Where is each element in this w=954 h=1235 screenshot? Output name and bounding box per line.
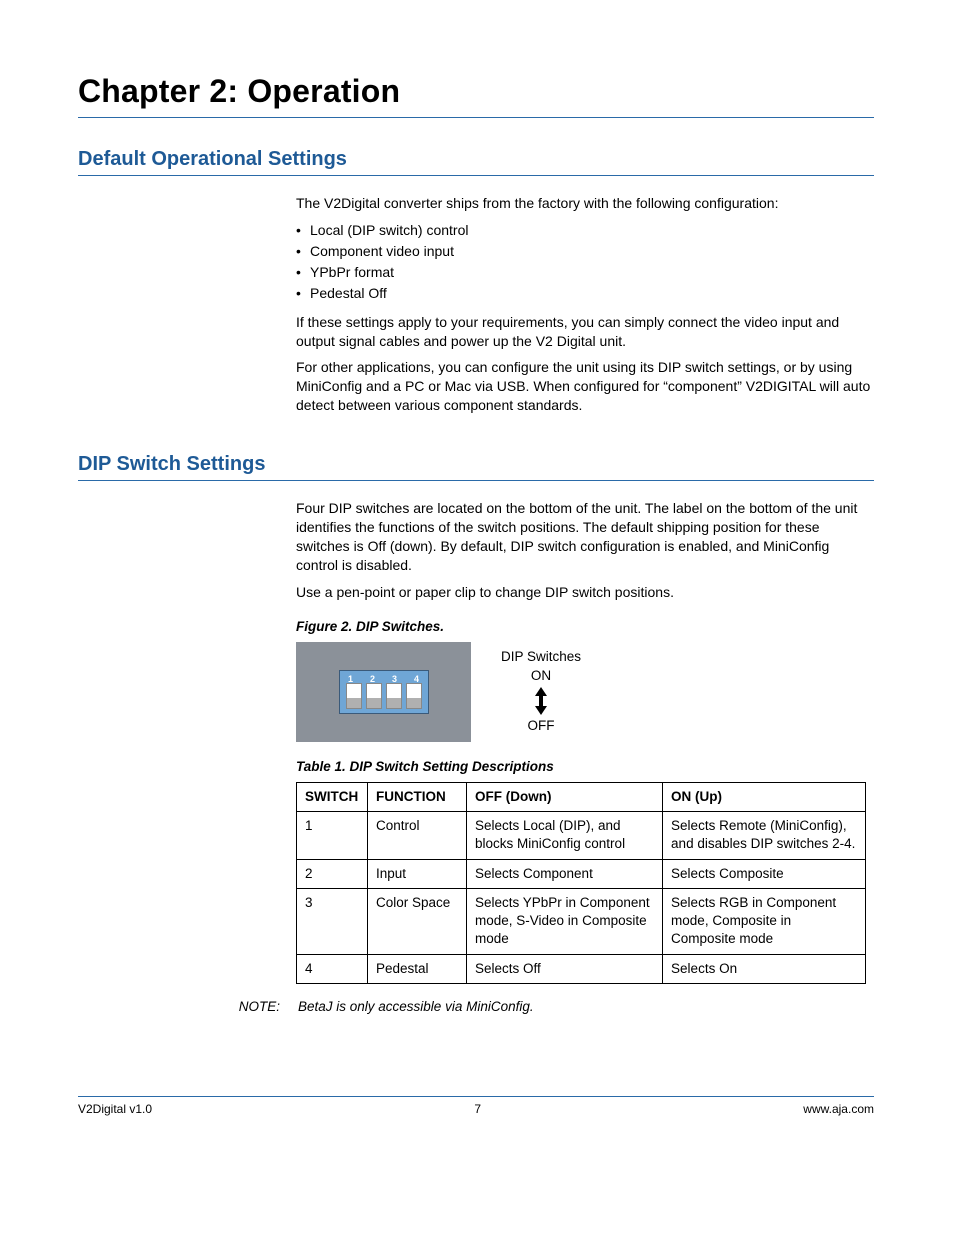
table-row: 3 Color Space Selects YPbPr in Component… bbox=[297, 888, 866, 954]
th-function: FUNCTION bbox=[368, 782, 467, 811]
cell: Selects Remote (MiniConfig), and disable… bbox=[663, 812, 866, 859]
th-on: ON (Up) bbox=[663, 782, 866, 811]
defaults-bullets: Local (DIP switch) control Component vid… bbox=[296, 221, 874, 303]
th-off: OFF (Down) bbox=[467, 782, 663, 811]
table-row: 4 Pedestal Selects Off Selects On bbox=[297, 954, 866, 983]
defaults-intro: The V2Digital converter ships from the f… bbox=[296, 194, 874, 213]
note-row: NOTE: BetaJ is only accessible via MiniC… bbox=[238, 998, 874, 1016]
figure-caption: Figure 2. DIP Switches. bbox=[296, 618, 874, 636]
cell: Selects YPbPr in Component mode, S-Video… bbox=[467, 888, 663, 954]
dip-legend: DIP Switches ON OFF bbox=[501, 648, 581, 735]
cell: Selects Composite bbox=[663, 859, 866, 888]
legend-off: OFF bbox=[501, 717, 581, 735]
chapter-rule bbox=[78, 117, 874, 118]
defaults-body: The V2Digital converter ships from the f… bbox=[296, 194, 874, 415]
cell: Color Space bbox=[368, 888, 467, 954]
note-label: NOTE: bbox=[238, 998, 280, 1016]
table-header-row: SWITCH FUNCTION OFF (Down) ON (Up) bbox=[297, 782, 866, 811]
footer-center: 7 bbox=[474, 1101, 481, 1117]
dip-para-2: Use a pen-point or paper clip to change … bbox=[296, 583, 874, 602]
section-title-dip: DIP Switch Settings bbox=[78, 451, 874, 478]
table-row: 1 Control Selects Local (DIP), and block… bbox=[297, 812, 866, 859]
dip-para-1: Four DIP switches are located on the bot… bbox=[296, 499, 874, 575]
defaults-para-3: For other applications, you can configur… bbox=[296, 358, 874, 415]
dip-switch-photo: 1234 bbox=[296, 642, 471, 742]
bullet-item: Local (DIP switch) control bbox=[296, 221, 874, 240]
cell: Selects Off bbox=[467, 954, 663, 983]
cell: 4 bbox=[297, 954, 368, 983]
legend-on: ON bbox=[501, 667, 581, 685]
dip-switch-table: SWITCH FUNCTION OFF (Down) ON (Up) 1 Con… bbox=[296, 782, 866, 984]
section-rule bbox=[78, 175, 874, 176]
cell: Selects RGB in Component mode, Composite… bbox=[663, 888, 866, 954]
bullet-item: Component video input bbox=[296, 242, 874, 261]
section-title-defaults: Default Operational Settings bbox=[78, 146, 874, 173]
table-row: 2 Input Selects Component Selects Compos… bbox=[297, 859, 866, 888]
dip-body: Four DIP switches are located on the bot… bbox=[296, 499, 874, 984]
figure-row: 1234 DIP Switches ON OFF bbox=[296, 642, 874, 742]
cell: Selects On bbox=[663, 954, 866, 983]
table-caption: Table 1. DIP Switch Setting Descriptions bbox=[296, 758, 874, 776]
section-rule bbox=[78, 480, 874, 481]
th-switch: SWITCH bbox=[297, 782, 368, 811]
cell: 3 bbox=[297, 888, 368, 954]
footer-right: www.aja.com bbox=[803, 1101, 874, 1117]
cell: Selects Local (DIP), and blocks MiniConf… bbox=[467, 812, 663, 859]
cell: Input bbox=[368, 859, 467, 888]
cell: 2 bbox=[297, 859, 368, 888]
defaults-para-2: If these settings apply to your requirem… bbox=[296, 313, 874, 351]
page-footer: V2Digital v1.0 7 www.aja.com bbox=[78, 1096, 874, 1117]
footer-rule bbox=[78, 1096, 874, 1097]
bullet-item: Pedestal Off bbox=[296, 284, 874, 303]
cell: Pedestal bbox=[368, 954, 467, 983]
cell: Control bbox=[368, 812, 467, 859]
cell: Selects Component bbox=[467, 859, 663, 888]
chapter-title: Chapter 2: Operation bbox=[78, 70, 874, 115]
cell: 1 bbox=[297, 812, 368, 859]
footer-left: V2Digital v1.0 bbox=[78, 1101, 152, 1117]
bullet-item: YPbPr format bbox=[296, 263, 874, 282]
legend-title: DIP Switches bbox=[501, 648, 581, 666]
double-arrow-icon bbox=[501, 687, 581, 715]
dip-chip: 1234 bbox=[339, 670, 429, 714]
note-text: BetaJ is only accessible via MiniConfig. bbox=[298, 998, 534, 1016]
